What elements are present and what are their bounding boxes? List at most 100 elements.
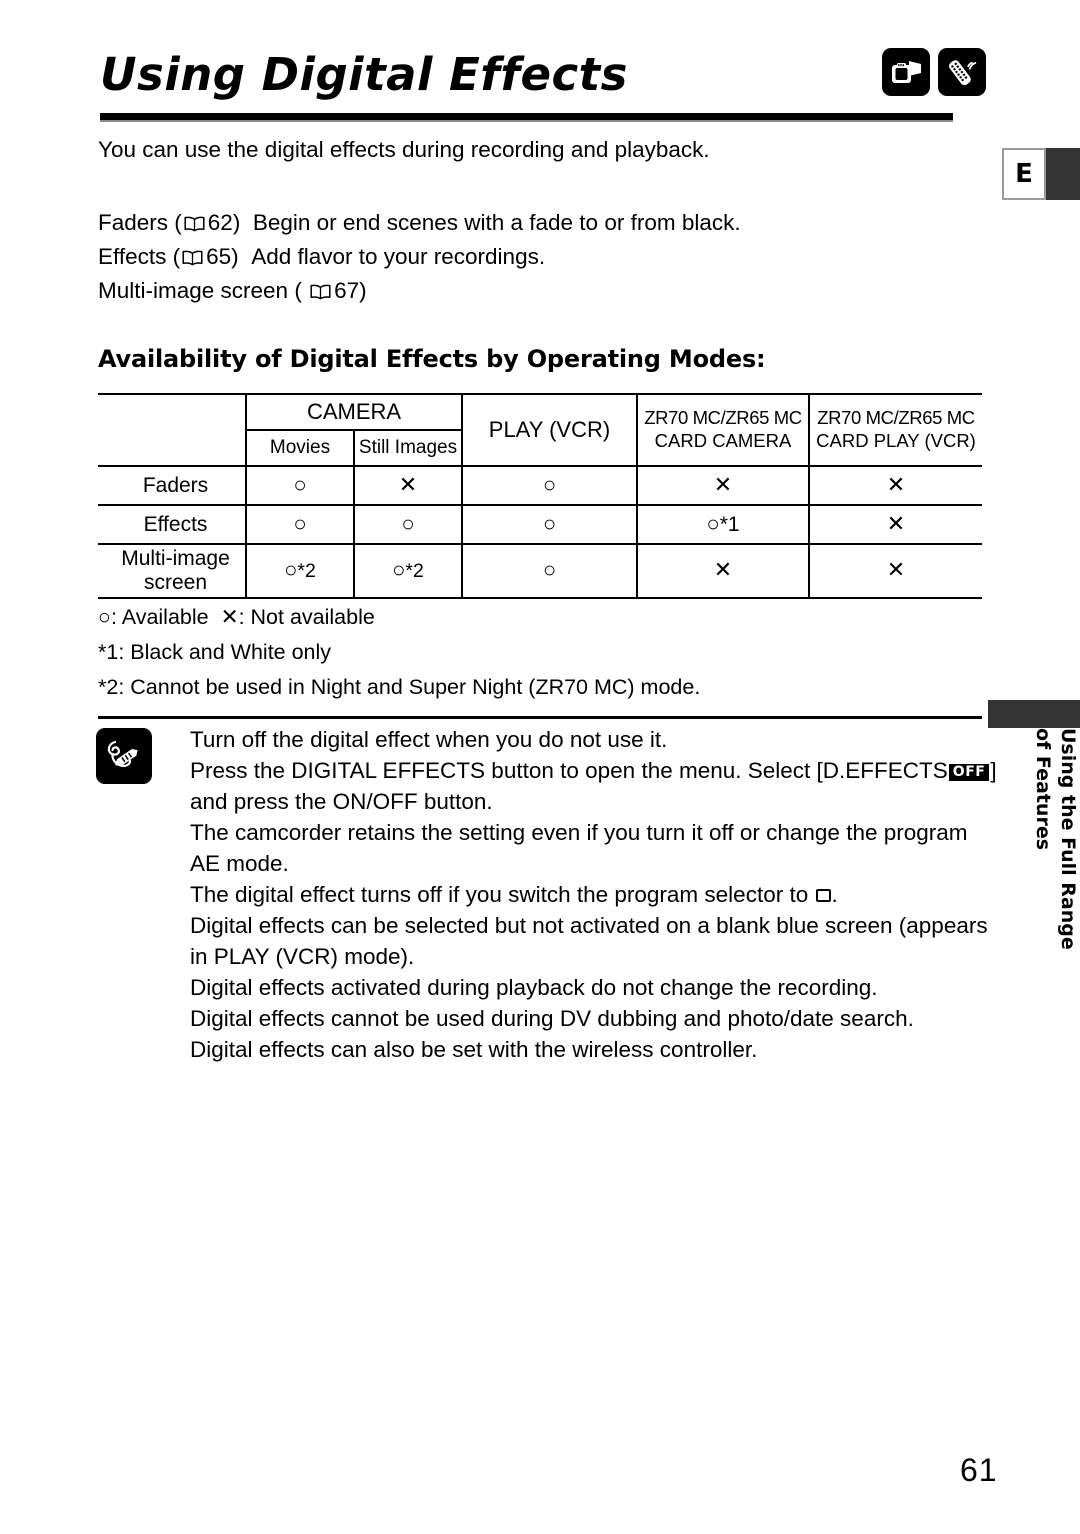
intro-paragraph: You can use the digital effects during r… <box>98 137 710 162</box>
camcorder-icon <box>882 48 930 96</box>
card-camera-line2: CARD CAMERA <box>654 430 792 451</box>
note-text-prefix: Press the DIGITAL EFFECTS button to open… <box>190 758 948 783</box>
side-tab-text: Using the Full Range of Features <box>1030 728 1080 978</box>
cell-effects-card-play: ✕ <box>809 505 982 545</box>
note-item: The camcorder retains the setting even i… <box>190 820 968 876</box>
feature-page-ref: 65 <box>206 244 232 269</box>
availability-mark: ✕ <box>886 471 906 497</box>
column-header-play-vcr: PLAY (VCR) <box>462 393 638 466</box>
feature-page-ref: 67 <box>334 278 360 303</box>
availability-mark: ✕ <box>398 471 418 497</box>
page-number: 61 <box>960 1452 998 1488</box>
cell-multi-image-play-vcr: ○ <box>462 544 638 599</box>
availability-mark: ○ <box>706 510 720 536</box>
note-text-prefix: The digital effect turns off if you swit… <box>190 882 809 907</box>
card-play-line2: CARD PLAY (VCR) <box>816 430 976 451</box>
availability-mark: ○ <box>293 471 307 497</box>
cell-multi-image-movies: ○*2 <box>245 544 355 599</box>
availability-mark: ○ <box>293 510 307 536</box>
availability-mark: ✕ <box>713 471 733 497</box>
cell-multi-image-still-images: ○*2 <box>354 544 463 599</box>
note-item: Press the DIGITAL EFFECTS button to open… <box>190 755 997 786</box>
paren-close: ) <box>231 244 239 269</box>
table-row: Effects ○ ○ ○ ○*1 ✕ <box>98 505 982 545</box>
note-item: Digital effects can be selected but not … <box>190 913 988 969</box>
notes-divider <box>98 716 982 719</box>
feature-name: Effects <box>98 244 167 269</box>
cell-faders-movies: ○ <box>245 465 355 506</box>
note-item: Digital effects cannot be used during DV… <box>190 1006 914 1031</box>
side-tab-block <box>988 700 1080 728</box>
page-header: Using Digital Effects <box>100 48 986 101</box>
document-page: Using Digital Effects E You can use the … <box>0 0 1080 1534</box>
paren-open: ( <box>294 278 302 303</box>
note-text-suffix: . <box>831 882 838 907</box>
legend-not-available: ✕: Not available <box>220 605 375 629</box>
side-tab-line-1: Using the Full Range <box>1057 728 1079 950</box>
feature-page-ref: 62 <box>207 210 233 235</box>
list-item: Effects (65) Add flavor to your recordin… <box>98 240 741 274</box>
card-camera-line1: ZR70 MC/ZR65 MC <box>644 407 802 429</box>
book-page-icon <box>310 284 331 300</box>
legend-available: ○: Available <box>98 605 209 629</box>
availability-mark: ○ <box>284 557 298 582</box>
cell-faders-still-images: ✕ <box>354 465 463 506</box>
cell-faders-card-camera: ✕ <box>637 465 810 506</box>
availability-mark: ○ <box>542 557 557 582</box>
legend-footnote-1: *1: Black and White only <box>98 640 332 664</box>
cell-faders-card-play: ✕ <box>809 465 982 506</box>
column-header-still-images: Still Images <box>354 429 463 466</box>
page-title: Using Digital Effects <box>100 48 628 101</box>
feature-name: Multi-image screen <box>98 278 289 303</box>
title-divider <box>100 113 953 122</box>
availability-mark: ✕ <box>886 557 906 582</box>
note-item: Digital effects activated during playbac… <box>190 975 878 1000</box>
availability-mark: ✕ <box>886 510 906 536</box>
legend-availability: ○: Available ✕: Not available <box>98 600 700 635</box>
availability-table-wrapper: CAMERA PLAY (VCR) ZR70 MC/ZR65 MC CARD C… <box>98 393 982 599</box>
note-item: Digital effects can also be set with the… <box>190 1037 758 1062</box>
cell-multi-image-card-camera: ✕ <box>637 544 810 599</box>
cell-effects-play-vcr: ○ <box>462 505 638 545</box>
note-item: The digital effect turns off if you swit… <box>190 879 990 910</box>
table-row: Faders ○ ✕ ○ ✕ ✕ <box>98 465 982 506</box>
list-item: Multi-image screen ( 67) <box>98 274 741 308</box>
card-play-line1: ZR70 MC/ZR65 MC <box>817 407 975 429</box>
row-label-faders: Faders <box>98 465 246 506</box>
section-heading: Availability of Digital Effects by Opera… <box>98 345 766 373</box>
availability-mark: ○ <box>392 557 406 582</box>
availability-note: *2 <box>297 560 316 582</box>
book-page-icon <box>182 250 203 266</box>
table-header-row-1: CAMERA PLAY (VCR) ZR70 MC/ZR65 MC CARD C… <box>98 393 982 466</box>
feature-list: Faders (62) Begin or end scenes with a f… <box>98 206 741 308</box>
cell-effects-still-images: ○ <box>354 505 463 545</box>
table-corner-cell <box>98 393 246 466</box>
feature-name: Faders <box>98 210 169 235</box>
language-tab-block <box>1046 148 1080 200</box>
availability-table: CAMERA PLAY (VCR) ZR70 MC/ZR65 MC CARD C… <box>98 393 982 599</box>
availability-mark: ○ <box>542 471 557 497</box>
legend-footnote-2: *2: Cannot be used in Night and Super Ni… <box>98 675 701 699</box>
paren-close: ) <box>359 278 367 303</box>
note-item: Turn off the digital effect when you do … <box>190 727 668 752</box>
cell-multi-image-card-play: ✕ <box>809 544 982 599</box>
availability-note: *2 <box>405 560 424 582</box>
side-tab-line-2: of Features <box>1032 728 1054 851</box>
header-icon-group <box>882 48 986 96</box>
availability-mark: ○ <box>401 510 415 536</box>
cell-faders-play-vcr: ○ <box>462 465 638 506</box>
paren-open: ( <box>174 210 182 235</box>
memo-pencil-icon <box>96 728 152 784</box>
feature-description: Begin or end scenes with a fade to or fr… <box>252 210 741 235</box>
d-effects-off-badge: OFF <box>948 764 990 781</box>
feature-description: Add flavor to your recordings. <box>251 244 546 269</box>
availability-mark: ○ <box>542 510 557 536</box>
list-item: Faders (62) Begin or end scenes with a f… <box>98 206 741 240</box>
notes-list: Turn off the digital effect when you do … <box>190 724 997 1065</box>
cell-effects-movies: ○ <box>245 505 355 545</box>
side-tab: Using the Full Range of Features <box>988 728 1080 978</box>
paren-close: ) <box>232 210 241 235</box>
book-page-icon <box>184 216 205 232</box>
remote-control-icon <box>938 48 986 96</box>
table-row: Multi-image screen ○*2 ○*2 ○ ✕ ✕ <box>98 544 982 599</box>
